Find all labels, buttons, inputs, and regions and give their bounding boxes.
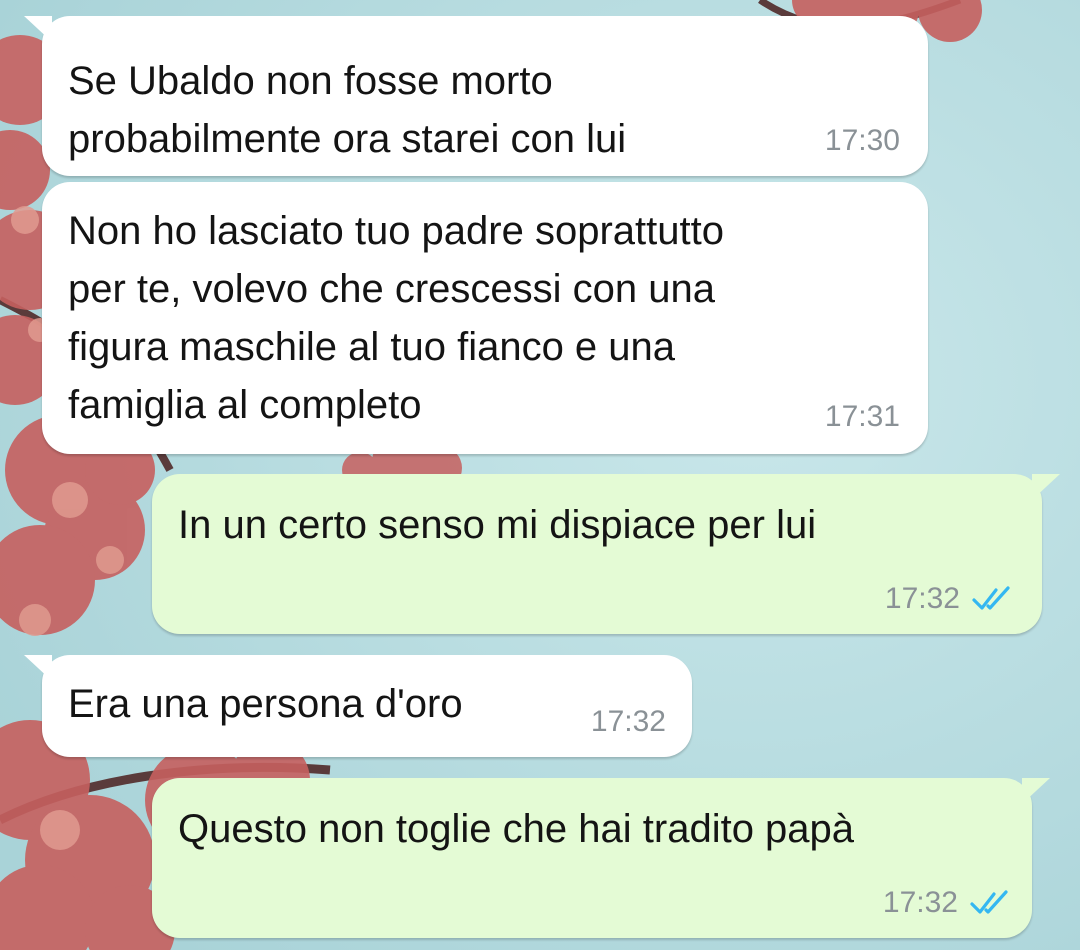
message-timestamp: 17:32 (884, 582, 960, 615)
message-text: Questo non toglie che hai tradito papà (178, 807, 855, 851)
double-check-read-icon (970, 890, 1008, 914)
bubble-tail (24, 16, 52, 42)
message-timestamp: 17:31 (824, 400, 900, 433)
bubble-tail (24, 655, 52, 681)
message-meta: 17:32 (885, 582, 1016, 616)
message-text: Non ho lasciato tuo padre soprattutto pe… (68, 209, 724, 427)
message-text: In un certo senso mi dispiace per lui (178, 503, 817, 547)
bubble-tail (1032, 474, 1060, 500)
message-bubble-incoming[interactable]: Era una persona d'oro 17:32 (24, 655, 692, 757)
message-timestamp: 17:30 (824, 124, 900, 157)
message-bubble-incoming[interactable]: Non ho lasciato tuo padre soprattutto pe… (42, 182, 928, 454)
double-check-read-icon (972, 586, 1010, 610)
message-bubble-outgoing[interactable]: Questo non toglie che hai tradito papà 1… (152, 778, 1050, 938)
message-timestamp: 17:32 (882, 886, 958, 919)
message-meta: 17:30 (825, 124, 900, 158)
message-bubble-incoming[interactable]: Se Ubaldo non fosse morto probabilmente … (24, 16, 928, 176)
message-text: Se Ubaldo non fosse morto probabilmente … (68, 59, 627, 161)
message-timestamp: 17:32 (590, 705, 666, 738)
message-text: Era una persona d'oro (68, 682, 463, 726)
message-meta: 17:32 (883, 886, 1014, 920)
message-meta: 17:32 (591, 705, 666, 739)
bubble-tail (1022, 778, 1050, 804)
message-meta: 17:31 (825, 400, 900, 434)
message-bubble-outgoing[interactable]: In un certo senso mi dispiace per lui 17… (152, 474, 1060, 634)
